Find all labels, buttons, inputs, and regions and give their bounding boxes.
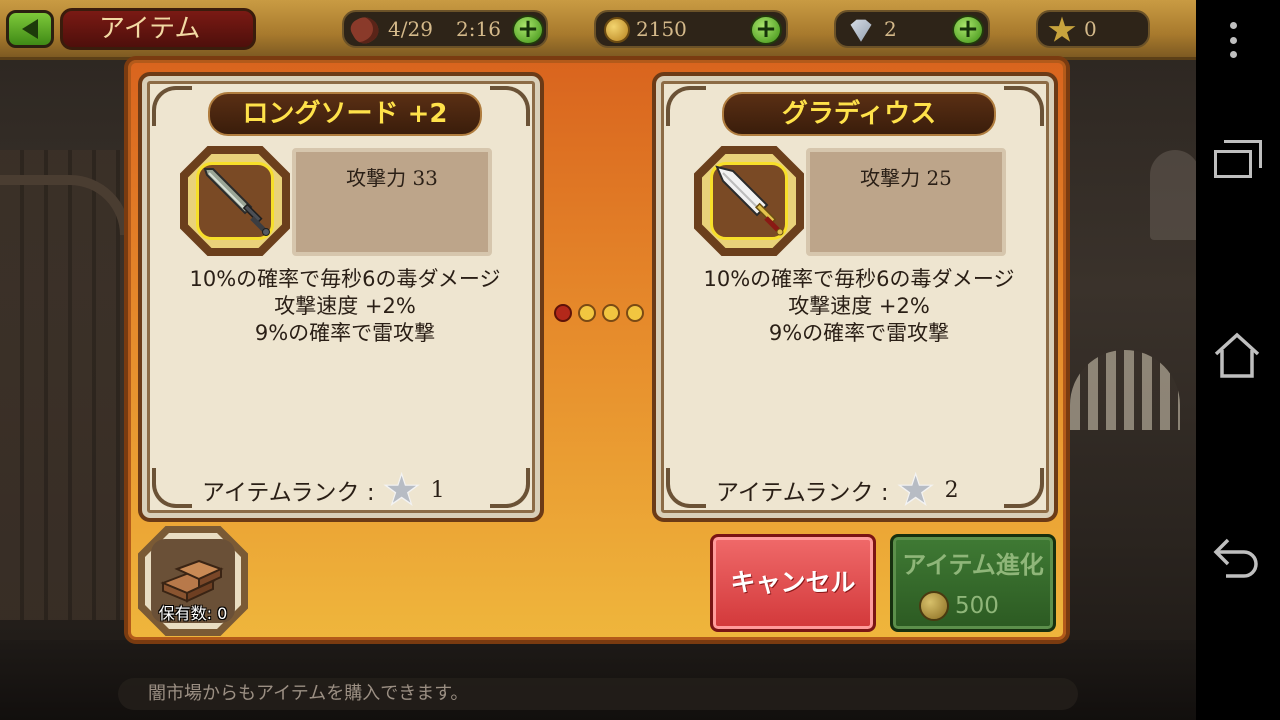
longsword-icon xyxy=(203,168,270,236)
evolve-cost-value: 500 xyxy=(955,593,999,619)
rank-label: アイテムランク : xyxy=(202,480,375,506)
cancel-button[interactable]: キャンセル xyxy=(710,534,876,632)
card-corner-ornament xyxy=(490,86,530,126)
background-lamp xyxy=(1150,150,1196,240)
card-corner-ornament xyxy=(666,86,706,126)
attack-stat: 攻撃力 33 xyxy=(346,166,438,190)
item-rank: アイテムランク : 1 xyxy=(202,470,445,510)
evolve-item-button[interactable]: アイテム進化 500 xyxy=(890,534,1056,632)
card-corner-ornament xyxy=(490,468,530,508)
page-dot[interactable] xyxy=(578,304,596,322)
page-dot[interactable] xyxy=(626,304,644,322)
evolve-cost: 500 xyxy=(919,589,999,623)
stamina-counter: 4/29 2:16 + xyxy=(342,10,548,48)
back-button[interactable] xyxy=(6,10,54,48)
game-screen: アイテム 4/29 2:16 + 2150 + 2 + 0 ロングソード +2 … xyxy=(0,0,1196,720)
rank-value: 1 xyxy=(430,477,445,503)
effect-line: 9%の確率で雷攻撃 xyxy=(768,321,950,345)
item-name: ロングソード +2 xyxy=(208,92,482,136)
star-counter: 0 xyxy=(1036,10,1150,48)
background-window xyxy=(1070,350,1180,430)
top-bar: アイテム 4/29 2:16 + 2150 + 2 + 0 xyxy=(0,0,1196,60)
star-icon xyxy=(383,471,420,506)
gem-counter: 2 + xyxy=(834,10,990,48)
item-effects: 10%の確率で毎秒6の毒ダメージ 攻撃速度 +2% 9%の確率で雷攻撃 xyxy=(676,266,1042,347)
overflow-menu-icon[interactable] xyxy=(1230,22,1238,58)
star-value: 0 xyxy=(1084,17,1097,41)
item-icon-background xyxy=(196,162,274,240)
stamina-value: 4/29 xyxy=(388,17,433,41)
meat-icon xyxy=(347,12,383,48)
item-stat-box: 攻撃力 33 xyxy=(292,148,492,256)
material-slot[interactable]: 保有数: 0 xyxy=(138,526,248,636)
home-icon[interactable] xyxy=(1212,330,1262,380)
recent-apps-icon[interactable] xyxy=(1214,140,1262,180)
effect-line: 9%の確率で雷攻撃 xyxy=(254,321,436,345)
item-evolution-dialog: ロングソード +2 攻撃力 33 10%の確率で毎秒6の毒ダメージ 攻撃速度 +… xyxy=(124,56,1070,644)
card-corner-ornament xyxy=(152,468,192,508)
rank-label: アイテムランク : xyxy=(716,480,889,506)
card-corner-ornament xyxy=(666,468,706,508)
material-count: 保有数: 0 xyxy=(158,604,228,623)
screen-title: アイテム xyxy=(60,8,256,50)
item-icon-background xyxy=(710,162,788,240)
gold-counter: 2150 + xyxy=(594,10,788,48)
tip-text: 闇市場からもアイテムを購入できます。 xyxy=(118,678,1078,710)
pagination-dots xyxy=(554,304,650,324)
add-stamina-button[interactable]: + xyxy=(512,15,544,45)
rank-value: 2 xyxy=(944,477,959,503)
gold-coin-icon xyxy=(604,17,630,43)
gold-value: 2150 xyxy=(636,17,687,41)
item-icon-frame xyxy=(694,146,804,256)
item-rank: アイテムランク : 2 xyxy=(716,470,959,510)
back-arrow-icon xyxy=(22,19,38,39)
star-icon xyxy=(897,471,934,506)
page-dot-active[interactable] xyxy=(554,304,572,322)
star-icon xyxy=(1048,16,1076,42)
card-corner-ornament xyxy=(1004,86,1044,126)
effect-line: 10%の確率で毎秒6の毒ダメージ xyxy=(703,267,1015,291)
gem-value: 2 xyxy=(884,17,897,41)
item-name: グラディウス xyxy=(722,92,996,136)
card-corner-ornament xyxy=(1004,468,1044,508)
effect-line: 10%の確率で毎秒6の毒ダメージ xyxy=(189,267,501,291)
item-stat-box: 攻撃力 25 xyxy=(806,148,1006,256)
card-corner-ornament xyxy=(152,86,192,126)
item-card-current: ロングソード +2 攻撃力 33 10%の確率で毎秒6の毒ダメージ 攻撃速度 +… xyxy=(138,72,544,522)
page-dot[interactable] xyxy=(602,304,620,322)
item-card-evolved: グラディウス 攻撃力 25 10%の確率で毎秒6の毒ダメージ 攻撃速度 +2% … xyxy=(652,72,1058,522)
evolve-label: アイテム進化 xyxy=(902,551,1044,579)
gold-coin-icon xyxy=(919,591,949,621)
add-gem-button[interactable]: + xyxy=(952,15,984,45)
system-nav-bar xyxy=(1196,0,1280,720)
gladius-icon xyxy=(715,165,784,236)
item-effects: 10%の確率で毎秒6の毒ダメージ 攻撃速度 +2% 9%の確率で雷攻撃 xyxy=(162,266,528,347)
effect-line: 攻撃速度 +2% xyxy=(788,294,930,318)
item-icon-frame xyxy=(180,146,290,256)
add-gold-button[interactable]: + xyxy=(750,15,782,45)
diamond-icon xyxy=(850,19,872,42)
stamina-timer: 2:16 xyxy=(456,17,501,41)
back-icon[interactable] xyxy=(1212,536,1262,582)
attack-stat: 攻撃力 25 xyxy=(860,166,952,190)
effect-line: 攻撃速度 +2% xyxy=(274,294,416,318)
